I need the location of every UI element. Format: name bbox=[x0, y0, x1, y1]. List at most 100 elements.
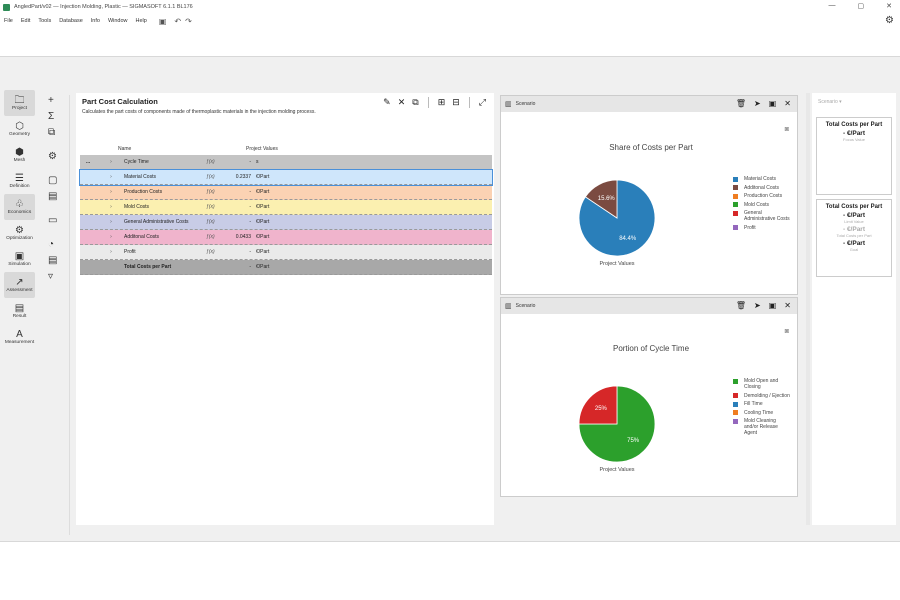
table-row[interactable]: Total Costs per Part - €/Part bbox=[80, 260, 492, 275]
row-menu-icon[interactable]: ... bbox=[80, 159, 98, 165]
kpi-label: Total Costs per Part bbox=[836, 233, 872, 238]
close-panel-icon[interactable]: ✕ bbox=[784, 301, 791, 310]
chart-settings-icon[interactable]: ◔ bbox=[42, 239, 69, 255]
formula-icon[interactable]: ƒ(x) bbox=[206, 204, 228, 210]
row-unit: €/Part bbox=[256, 174, 270, 180]
redo-icon[interactable]: ↷ bbox=[185, 17, 192, 26]
legend-item[interactable]: Mold Cleaning and/or Release Agent bbox=[733, 418, 790, 436]
duplicate-icon[interactable]: ▢ bbox=[42, 175, 69, 191]
delete-icon[interactable]: ✕ bbox=[398, 97, 406, 108]
formula-icon[interactable]: ƒ(x) bbox=[206, 219, 228, 225]
table-row[interactable]: › Production Costs ƒ(x) - €/Part bbox=[80, 185, 492, 200]
vertical-scrollbar[interactable] bbox=[806, 93, 810, 525]
legend-item[interactable]: Demolding / Ejection bbox=[733, 393, 790, 399]
expand-icon[interactable]: ⤢ bbox=[479, 97, 486, 108]
close-window-button[interactable]: ✕ bbox=[886, 2, 892, 10]
formula-icon[interactable]: ƒ(x) bbox=[206, 159, 228, 165]
remove-column-icon[interactable]: ⊟ bbox=[452, 97, 460, 108]
add-column-icon[interactable]: ⊞ bbox=[438, 97, 446, 108]
gear-icon[interactable]: ⚙ bbox=[885, 15, 894, 26]
nav-item-project[interactable]: 🗀 Project bbox=[4, 90, 35, 116]
legend-item[interactable]: General Administrative Costs bbox=[733, 210, 790, 222]
pointer-icon[interactable]: ➤ bbox=[754, 99, 761, 108]
table-row[interactable]: › Mold Costs ƒ(x) - €/Part bbox=[80, 200, 492, 215]
nav-item-measurement[interactable]: A Measurement bbox=[4, 324, 35, 350]
legend-item[interactable]: Fill Time bbox=[733, 401, 790, 407]
menu-database[interactable]: Database bbox=[55, 18, 87, 24]
nav-item-label: Simulation bbox=[8, 262, 31, 267]
menu-window[interactable]: Window bbox=[104, 18, 132, 24]
formula-icon[interactable]: ƒ(x) bbox=[206, 249, 228, 255]
trash-icon[interactable]: 🗑 bbox=[736, 99, 746, 108]
list-icon[interactable]: ▤ bbox=[42, 255, 69, 271]
maximize-button[interactable]: ▢ bbox=[858, 2, 865, 10]
nav-item-optimization[interactable]: ⚙ Optimization bbox=[4, 220, 35, 246]
legend-item[interactable]: Profit bbox=[733, 225, 790, 231]
menu-help[interactable]: Help bbox=[132, 18, 151, 24]
undo-icon[interactable]: ↶ bbox=[174, 17, 181, 26]
legend-item[interactable]: Production Costs bbox=[733, 193, 790, 199]
nav-item-geometry[interactable]: ⬡ Geometry bbox=[4, 116, 35, 142]
copy-calc-icon[interactable]: ⧉ bbox=[412, 97, 418, 108]
table-row[interactable]: › General Administrative Costs ƒ(x) - €/Part bbox=[80, 215, 492, 230]
row-value: - bbox=[249, 264, 251, 270]
table-row[interactable]: › Additonal Costs ƒ(x) 0.0433 €/Part bbox=[80, 230, 492, 245]
slice-label: 84.4% bbox=[619, 236, 637, 242]
expand-chevron-icon[interactable]: › bbox=[98, 234, 124, 240]
import-icon[interactable]: ▤ bbox=[42, 191, 69, 207]
legend-item[interactable]: Cooling Time bbox=[733, 410, 790, 416]
minimize-panel-icon[interactable]: ▣ bbox=[769, 99, 777, 108]
legend-item[interactable]: Material Costs bbox=[733, 176, 790, 182]
minimize-button[interactable]: — bbox=[829, 2, 836, 10]
chart-xlabel: Project Values bbox=[599, 261, 634, 267]
kpi-value: - €/Part bbox=[842, 226, 866, 233]
menu-tools[interactable]: Tools bbox=[34, 18, 55, 24]
nav-item-label: Mesh bbox=[13, 158, 26, 163]
menu-info[interactable]: Info bbox=[87, 18, 104, 24]
nav-item-definition[interactable]: ☰ Definition bbox=[4, 168, 35, 194]
filter-icon[interactable]: ▿ bbox=[42, 271, 69, 287]
kpi-label: Limit Value bbox=[844, 219, 864, 224]
export-icon[interactable]: ▭ bbox=[42, 215, 69, 231]
expand-chevron-icon[interactable]: › bbox=[98, 159, 124, 165]
close-panel-icon[interactable]: ✕ bbox=[784, 99, 791, 108]
nav-item-simulation[interactable]: ▣ Simulation bbox=[4, 246, 35, 272]
minimize-panel-icon[interactable]: ▣ bbox=[769, 301, 777, 310]
pointer-icon[interactable]: ➤ bbox=[754, 301, 761, 310]
nav-item-economics[interactable]: ♧ Economics bbox=[4, 194, 35, 220]
formula-icon[interactable]: ƒ(x) bbox=[206, 174, 228, 180]
edit-icon[interactable]: ✎ bbox=[383, 97, 391, 108]
header-project-values: Project Values bbox=[246, 146, 278, 152]
expand-chevron-icon[interactable]: › bbox=[98, 174, 124, 180]
add-icon[interactable]: + bbox=[42, 95, 69, 111]
expand-chevron-icon[interactable]: › bbox=[98, 219, 124, 225]
row-name: Profit bbox=[124, 249, 136, 255]
table-row[interactable]: › Material Costs ƒ(x) 0.2337 €/Part bbox=[79, 169, 493, 186]
table-row[interactable]: › Profit ƒ(x) - €/Part bbox=[80, 245, 492, 260]
nav-item-result[interactable]: ▤ Result bbox=[4, 298, 35, 324]
trash-icon[interactable]: 🗑 bbox=[736, 301, 746, 310]
scenario-dropdown[interactable]: Scenario ▾ bbox=[818, 99, 842, 105]
legend-item[interactable]: Mold Open and Closing bbox=[733, 378, 790, 390]
formula-icon[interactable]: ƒ(x) bbox=[206, 234, 228, 240]
nav-item-mesh[interactable]: ⬢ Mesh bbox=[4, 142, 35, 168]
expand-chevron-icon[interactable]: › bbox=[98, 249, 124, 255]
menu-edit[interactable]: Edit bbox=[17, 18, 34, 24]
settings-dropdown-icon[interactable]: ⚙ bbox=[42, 151, 69, 167]
kpi-label: Focus Value bbox=[843, 137, 865, 142]
expand-chevron-icon[interactable]: › bbox=[98, 204, 124, 210]
header-name: Name bbox=[118, 146, 132, 152]
leaf-icon: ♧ bbox=[15, 199, 24, 210]
row-unit: €/Part bbox=[256, 204, 270, 210]
nav-item-assessment[interactable]: ↗ Assessment bbox=[4, 272, 35, 298]
formula-icon[interactable]: ƒ(x) bbox=[206, 189, 228, 195]
sum-icon[interactable]: Σ bbox=[42, 111, 69, 127]
save-icon[interactable]: ▣ bbox=[159, 17, 167, 26]
legend-item[interactable]: Mold Costs bbox=[733, 202, 790, 208]
expand-chevron-icon[interactable]: › bbox=[98, 189, 124, 195]
menu-file[interactable]: File bbox=[0, 18, 17, 24]
legend-item[interactable]: Additonal Costs bbox=[733, 185, 790, 191]
table-row[interactable]: ... › Cycle Time ƒ(x) - s bbox=[80, 155, 492, 170]
copy-icon[interactable]: ⧉ bbox=[42, 127, 69, 143]
nav-item-label: Measurement bbox=[4, 340, 35, 345]
